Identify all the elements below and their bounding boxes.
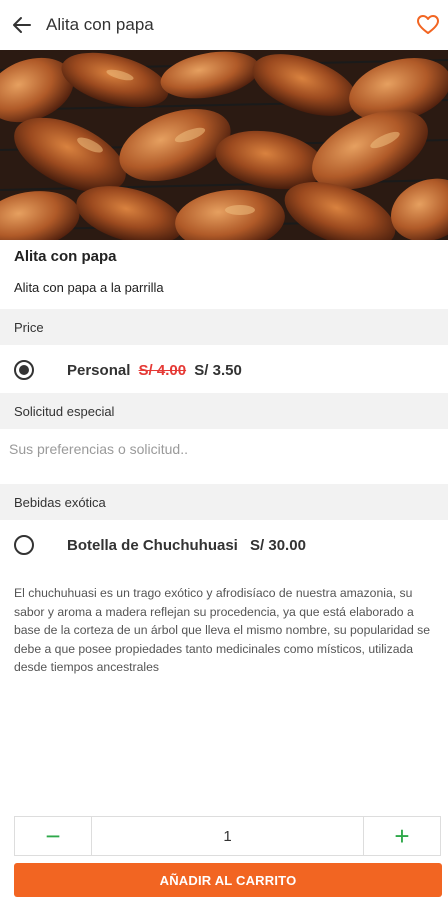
minus-icon: − xyxy=(45,820,61,851)
quantity-stepper: − 1 + xyxy=(14,816,441,856)
product-name: Alita con papa xyxy=(14,248,117,265)
price-option-personal[interactable]: Personal S/ 4.00 S/ 3.50 xyxy=(0,347,448,393)
option-price: S/ 30.00 xyxy=(250,536,306,554)
option-label: Botella de Chuchuhuasi xyxy=(67,536,238,554)
arrow-left-icon xyxy=(13,17,31,33)
old-price: S/ 4.00 xyxy=(138,361,187,379)
radio-selected[interactable] xyxy=(14,360,34,380)
section-price-title: Price xyxy=(14,319,44,335)
decrease-button[interactable]: − xyxy=(15,817,91,855)
section-price: Price xyxy=(0,309,448,345)
option-label: Personal xyxy=(67,361,131,379)
drink-option-chuchuhuasi[interactable]: Botella de Chuchuhuasi S/ 30.00 xyxy=(0,522,448,568)
back-button[interactable] xyxy=(0,0,44,50)
app-header: Alita con papa xyxy=(0,0,448,50)
current-price: S/ 3.50 xyxy=(194,361,242,379)
quantity-value: 1 xyxy=(91,817,364,855)
page-title: Alita con papa xyxy=(46,15,154,34)
radio-unselected[interactable] xyxy=(14,535,34,555)
drink-description: El chuchuhuasi es un trago exótico y afr… xyxy=(14,586,430,674)
favorite-button[interactable] xyxy=(416,13,440,37)
product-description: Alita con papa a la parrilla xyxy=(14,280,164,295)
section-drinks: Bebidas exótica xyxy=(0,484,448,520)
product-image xyxy=(0,50,448,240)
heart-outline-icon xyxy=(417,15,439,34)
section-special-request: Solicitud especial xyxy=(0,393,448,429)
plus-icon: + xyxy=(394,820,410,851)
special-request-input[interactable] xyxy=(0,431,448,467)
add-to-cart-button[interactable]: AÑADIR AL CARRITO xyxy=(14,863,442,897)
section-drinks-title: Bebidas exótica xyxy=(14,494,106,510)
increase-button[interactable]: + xyxy=(364,817,440,855)
section-special-request-title: Solicitud especial xyxy=(14,403,115,419)
